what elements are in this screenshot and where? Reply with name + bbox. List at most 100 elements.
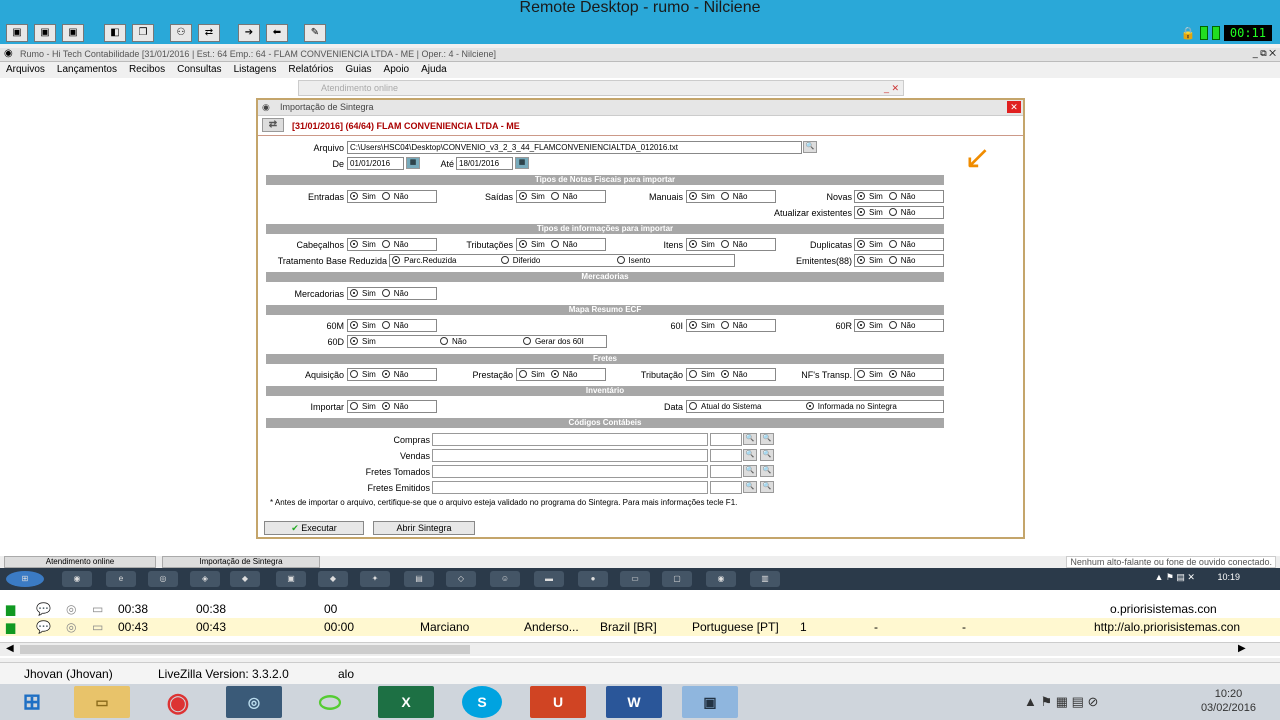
tratamento-radio-group[interactable]: Parc.Reduzida Diferido Isento <box>389 254 735 267</box>
skype-icon[interactable]: S <box>462 686 502 718</box>
scroll-thumb[interactable] <box>20 645 470 654</box>
fretes-tomados-code-input[interactable] <box>710 465 742 478</box>
fretes-tomados-input[interactable] <box>432 465 708 478</box>
radio-informada-selected[interactable] <box>805 402 814 410</box>
tray-arrow-icon[interactable]: ▲ ⚑ ▤ ✕ <box>1154 572 1197 582</box>
chrome-icon[interactable]: ◉ <box>150 686 206 718</box>
radio-nao[interactable] <box>888 321 897 329</box>
rd-users-icon[interactable]: ⚇ <box>170 24 192 42</box>
app-icon[interactable]: ◆ <box>230 571 260 587</box>
system-tray-icons[interactable]: ▲ ⚑ ▦ ▤ ⊘ <box>1024 694 1098 710</box>
radio-sim[interactable] <box>350 402 358 410</box>
search-icon[interactable]: 🔍 <box>743 433 757 445</box>
radio-sim-selected[interactable] <box>689 192 697 200</box>
menu-consultas[interactable]: Consultas <box>177 64 221 78</box>
radio-nao[interactable] <box>381 289 390 297</box>
radio-gerar[interactable] <box>522 337 531 345</box>
menu-arquivos[interactable]: Arquivos <box>6 64 45 78</box>
radio-sim-selected[interactable] <box>350 289 358 297</box>
radio-sim-selected[interactable] <box>519 240 527 248</box>
search-icon[interactable]: 🔍 <box>760 465 774 477</box>
60d-radio-group[interactable]: Sim Não Gerar dos 60I <box>347 335 607 348</box>
radio-nao[interactable] <box>720 321 729 329</box>
60r-radio-group[interactable]: Sim Não <box>854 319 944 332</box>
importar-radio-group[interactable]: Sim Não <box>347 400 437 413</box>
windows-clock[interactable]: 10:20 03/02/2016 <box>1201 687 1256 715</box>
menu-listagens[interactable]: Listagens <box>234 64 277 78</box>
saidas-radio-group[interactable]: Sim Não <box>516 190 606 203</box>
app-icon[interactable]: ▤ <box>404 571 434 587</box>
radio-sim-selected[interactable] <box>519 192 527 200</box>
radio-sim-selected[interactable] <box>689 240 697 248</box>
radio-nao[interactable] <box>381 192 390 200</box>
scroll-left-icon[interactable]: ◀ <box>6 643 14 654</box>
radio-sim-selected[interactable] <box>689 321 697 329</box>
app-icon[interactable]: ◇ <box>446 571 476 587</box>
search-icon[interactable]: 🔍 <box>760 449 774 461</box>
folder-icon[interactable]: ▭ <box>620 571 650 587</box>
tributacao-radio-group[interactable]: Sim Não <box>686 368 776 381</box>
radio-sim[interactable] <box>519 370 527 378</box>
radio-nao[interactable] <box>888 256 897 264</box>
lock-icon[interactable]: 🔒 <box>1181 26 1196 40</box>
app-icon[interactable]: ▢ <box>662 571 692 587</box>
app-icon[interactable]: ◆ <box>318 571 348 587</box>
radio-sim-selected[interactable] <box>857 321 865 329</box>
atualizar-radio-group[interactable]: Sim Não <box>854 206 944 219</box>
radio-nao[interactable] <box>720 240 729 248</box>
radio-nao[interactable] <box>550 192 559 200</box>
app-icon[interactable]: ● <box>578 571 608 587</box>
menu-guias[interactable]: Guias <box>345 64 371 78</box>
calendar-icon[interactable]: ▦ <box>515 157 529 169</box>
radio-nao[interactable] <box>720 192 729 200</box>
firefox-icon[interactable]: ◉ <box>62 571 92 587</box>
app-icon[interactable]: ▥ <box>750 571 780 587</box>
chrome-icon[interactable]: ◎ <box>148 571 178 587</box>
search-icon[interactable]: 🔍 <box>743 449 757 461</box>
compras-input[interactable] <box>432 433 708 446</box>
aquisicao-radio-group[interactable]: Sim Não <box>347 368 437 381</box>
radio-nao[interactable] <box>381 321 390 329</box>
atendimento-window-titlebar[interactable]: Atendimento online _ ✕ <box>298 80 904 96</box>
rd-window-icon[interactable]: ◧ <box>104 24 126 42</box>
ate-date-input[interactable]: 18/01/2016 <box>456 157 513 170</box>
executar-button[interactable]: ✔ Executar <box>264 521 364 535</box>
radio-nao[interactable] <box>888 240 897 248</box>
data-radio-group[interactable]: Atual do Sistema Informada no Sintegra <box>686 400 944 413</box>
app-icon[interactable]: ▬ <box>534 571 564 587</box>
radio-sim-selected[interactable] <box>857 256 865 264</box>
menu-apoio[interactable]: Apoio <box>384 64 410 78</box>
radio-sim-selected[interactable] <box>350 337 358 345</box>
abrir-sintegra-button[interactable]: Abrir Sintegra <box>373 521 475 535</box>
prestacao-radio-group[interactable]: Sim Não <box>516 368 606 381</box>
rd-transfer-icon[interactable]: ⇄ <box>198 24 220 42</box>
vendas-code-input[interactable] <box>710 449 742 462</box>
rd-receive-icon[interactable]: ⬅ <box>266 24 288 42</box>
radio-nao[interactable] <box>888 192 897 200</box>
compras-code-input[interactable] <box>710 433 742 446</box>
search-icon[interactable]: 🔍 <box>760 433 774 445</box>
radio-sim-selected[interactable] <box>350 240 358 248</box>
itens-radio-group[interactable]: Sim Não <box>686 238 776 251</box>
horizontal-scrollbar[interactable]: ◀ ▶ <box>0 642 1280 656</box>
app-icon[interactable]: ▣ <box>276 571 306 587</box>
remote-desktop-icon[interactable]: ▣ <box>682 686 738 718</box>
nfs-transp-radio-group[interactable]: Sim Não <box>854 368 944 381</box>
fretes-emitidos-code-input[interactable] <box>710 481 742 494</box>
radio-sim-selected[interactable] <box>350 192 358 200</box>
radio-sim-selected[interactable] <box>857 240 865 248</box>
emitentes-radio-group[interactable]: Sim Não <box>854 254 944 267</box>
calendar-icon[interactable]: ▦ <box>406 157 420 169</box>
search-icon[interactable]: 🔍 <box>743 481 757 493</box>
cabecalhos-radio-group[interactable]: Sim Não <box>347 238 437 251</box>
vendas-input[interactable] <box>432 449 708 462</box>
menu-lancamentos[interactable]: Lançamentos <box>57 64 117 78</box>
rd-screen2-icon[interactable]: ▣ <box>34 24 56 42</box>
radio-nao-selected[interactable] <box>720 370 729 378</box>
rd-send-icon[interactable]: ➔ <box>238 24 260 42</box>
menu-relatorios[interactable]: Relatórios <box>288 64 333 78</box>
radio-nao-selected[interactable] <box>550 370 559 378</box>
list-item[interactable]: ▆ 💬 ◎ ▭ 00:43 00:43 00:00 Marciano Ander… <box>0 618 1280 636</box>
mercadorias-radio-group[interactable]: Sim Não <box>347 287 437 300</box>
radio-sim[interactable] <box>689 370 697 378</box>
